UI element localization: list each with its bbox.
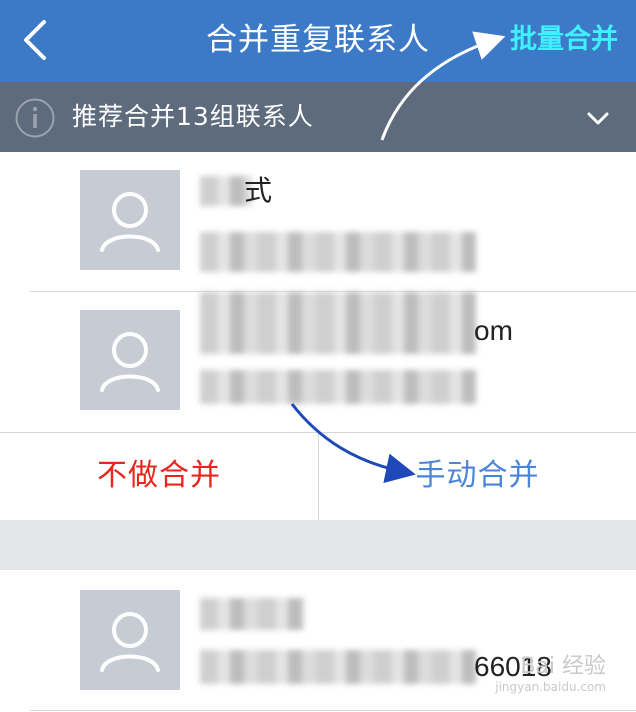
- row-divider: [30, 710, 636, 711]
- recommend-text: 推荐合并13组联系人: [72, 102, 314, 131]
- group-separator: [0, 520, 636, 570]
- avatar: [80, 170, 180, 270]
- contact-row[interactable]: 式: [0, 152, 636, 292]
- skip-merge-button[interactable]: 不做合并: [0, 433, 318, 521]
- person-icon: [100, 612, 160, 672]
- detail-blur: [200, 370, 476, 404]
- name-blur: [200, 598, 304, 630]
- contact-row[interactable]: om: [0, 292, 636, 432]
- detail-blur: [200, 650, 476, 684]
- watermark: Bai 经验 jingyan.baidu.com: [495, 654, 606, 694]
- person-icon: [100, 192, 160, 252]
- contact-name: 式: [244, 175, 273, 206]
- merge-actions: 不做合并 手动合并: [0, 432, 636, 521]
- info-circle-icon: [15, 98, 55, 138]
- watermark-brand: Bai 经验: [520, 654, 606, 679]
- detail-blur: [200, 232, 476, 272]
- manual-merge-button[interactable]: 手动合并: [319, 433, 636, 521]
- avatar: [80, 590, 180, 690]
- contact-email-fragment: om: [474, 315, 513, 346]
- navbar: 合并重复联系人 批量合并: [0, 0, 636, 82]
- recommend-bar[interactable]: 推荐合并13组联系人: [0, 82, 636, 152]
- batch-merge-button[interactable]: 批量合并: [510, 18, 618, 62]
- avatar: [80, 310, 180, 410]
- person-icon: [100, 332, 160, 392]
- chevron-down-icon[interactable]: [584, 104, 612, 132]
- watermark-url: jingyan.baidu.com: [495, 680, 606, 694]
- detail-blur: [200, 292, 476, 354]
